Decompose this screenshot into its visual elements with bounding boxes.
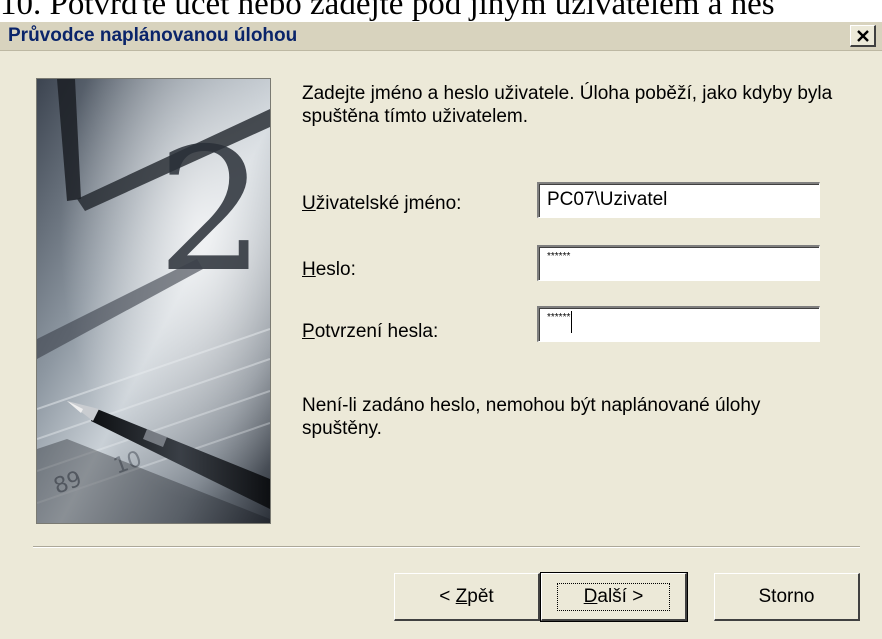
username-input[interactable]: PC07\Uzivatel: [537, 182, 820, 218]
confirm-password-label: Potvrzení hesla:: [302, 321, 438, 343]
back-button-prefix: <: [439, 585, 456, 607]
confirm-password-label-text: otvrzení hesla:: [314, 321, 439, 342]
note-text: Není-li zadáno heslo, nemohou být naplán…: [302, 395, 761, 439]
next-button-focus-rect: Další >: [556, 582, 671, 611]
password-value: ******: [547, 251, 571, 262]
close-icon: [856, 29, 869, 42]
username-label-text: živatelské jméno:: [315, 193, 462, 214]
cancel-button[interactable]: Storno: [714, 573, 860, 621]
scheduled-task-wizard-dialog: Průvodce naplánovanou úlohou 2 89 10 Zad…: [0, 22, 882, 639]
confirm-password-value: ******: [547, 312, 571, 323]
intro-text: Zadejte jméno a heslo uživatele. Úloha p…: [302, 83, 833, 127]
back-button-mnemonic: Z: [455, 585, 468, 607]
username-value: PC07\Uzivatel: [547, 189, 668, 210]
text-caret: [571, 311, 573, 333]
close-button[interactable]: [850, 25, 876, 47]
username-label-mnemonic: U: [302, 193, 316, 214]
confirm-password-input[interactable]: ******: [537, 306, 820, 342]
confirm-password-label-mnemonic: P: [302, 321, 315, 342]
password-label-mnemonic: H: [302, 259, 316, 280]
separator: [33, 546, 860, 548]
password-input[interactable]: ******: [537, 245, 820, 281]
cancel-button-label: Storno: [758, 585, 815, 607]
password-label: Heslo:: [302, 259, 356, 281]
title-bar: Průvodce naplánovanou úlohou: [0, 22, 882, 51]
back-button[interactable]: < Zpět: [394, 573, 540, 621]
next-button-label: alší >: [597, 585, 644, 607]
next-button-mnemonic: D: [583, 585, 598, 607]
next-button[interactable]: Další >: [540, 572, 688, 622]
back-button-label: pět: [467, 585, 494, 607]
window-title: Průvodce naplánovanou úlohou: [8, 25, 298, 46]
wizard-illustration-image: 2 89 10: [36, 78, 271, 524]
password-label-text: eslo:: [315, 259, 356, 280]
document-caption: 10. Potvrďte účet nebo zadejte pod jiným…: [0, 0, 775, 22]
username-label: Uživatelské jméno:: [302, 193, 461, 215]
clock-and-pen-illustration-icon: 2 89 10: [37, 79, 270, 523]
